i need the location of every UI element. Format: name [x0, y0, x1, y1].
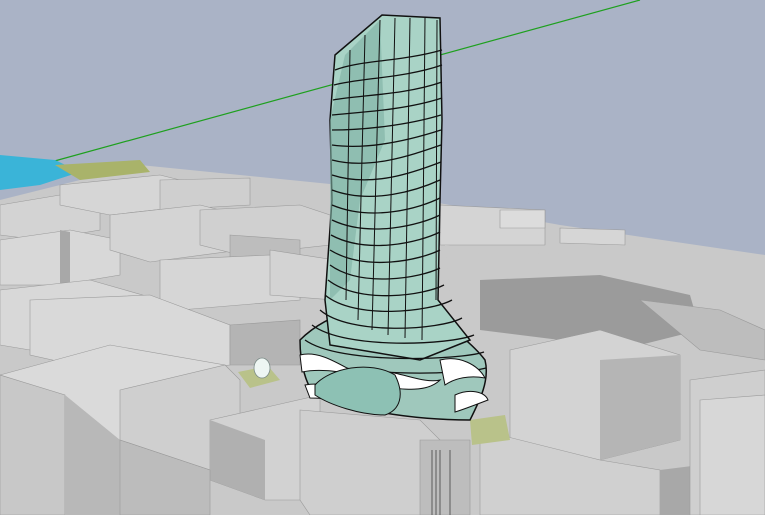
3d-model-viewport[interactable]: [0, 0, 765, 515]
plaza-green-2: [470, 415, 510, 445]
plaza-sculpture: [253, 357, 271, 379]
scene-canvas[interactable]: [0, 0, 765, 515]
